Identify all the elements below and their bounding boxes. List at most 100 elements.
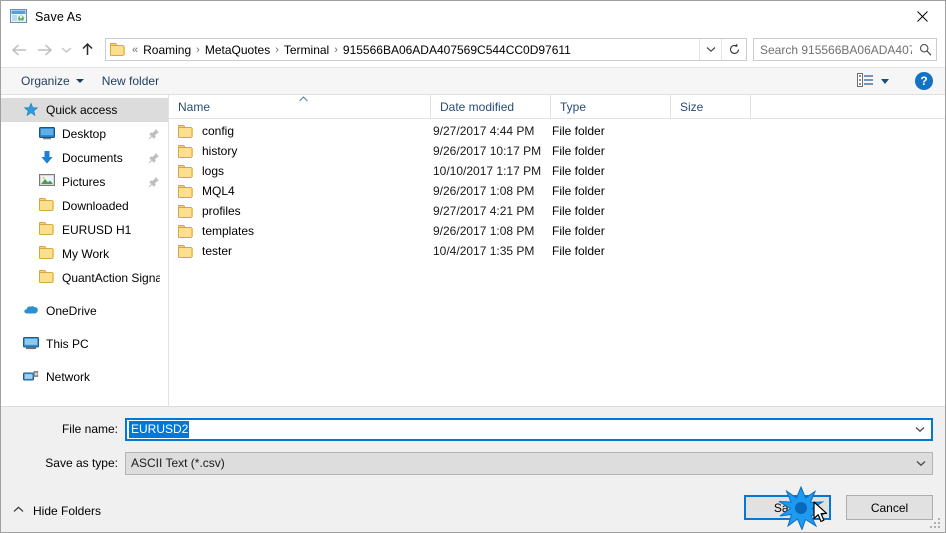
help-label: ? [920,74,928,88]
sidebar-item-label: EURUSD H1 [62,223,132,237]
column-header-size[interactable]: Size [671,95,751,118]
sidebar-item-label: Pictures [62,175,106,189]
table-row[interactable]: config 9/27/2017 4:44 PM File folder [169,121,945,141]
save-button-label: Save [773,500,802,515]
breadcrumb-separator: › [275,43,279,56]
file-name-cell: profiles [169,204,431,218]
column-header-row: Name Date modified Type Size [169,95,945,119]
sidebar-item-my-work[interactable]: My Work [1,242,168,266]
sidebar-item-pictures[interactable]: Pictures [1,170,168,194]
cancel-button[interactable]: Cancel [846,495,933,520]
sidebar-item-quantaction-signal[interactable]: QuantAction Signal [1,266,168,290]
chevron-down-icon[interactable] [910,453,932,474]
close-button[interactable] [899,1,945,31]
chevron-down-icon[interactable] [909,420,931,439]
file-date: 9/27/2017 4:44 PM [433,124,535,138]
sidebar-item-eurusd-h1[interactable]: EURUSD H1 [1,218,168,242]
help-button[interactable]: ? [915,72,933,90]
sidebar-item-label: Downloaded [62,199,129,213]
folder-icon [39,246,55,262]
folder-icon [178,204,194,218]
sidebar-item-label: QuantAction Signal [62,271,160,285]
search-box[interactable] [753,38,937,61]
desktop-icon [39,126,55,142]
back-button[interactable] [7,38,32,62]
file-type: File folder [552,144,605,158]
sidebar-item-quick-access[interactable]: Quick access [1,98,168,122]
new-folder-button[interactable]: New folder [96,70,165,92]
search-icon[interactable] [914,39,936,60]
navigation-sidebar: Quick access Desktop Documents Pictures … [1,95,169,406]
breadcrumb-item-1[interactable]: MetaQuotes [201,43,274,57]
file-name-cell: MQL4 [169,184,431,198]
up-button[interactable] [75,38,100,62]
recent-locations-button[interactable] [57,38,75,62]
navigation-bar: « Roaming › MetaQuotes › Terminal › 9155… [1,32,945,67]
sidebar-item-documents[interactable]: Documents [1,146,168,170]
breadcrumb-item-3[interactable]: 915566BA06ADA407569C544CC0D97611 [339,43,575,57]
save-as-type-value: ASCII Text (*.csv) [131,456,225,470]
table-row[interactable]: tester 10/4/2017 1:35 PM File folder [169,241,945,261]
resize-grip[interactable] [929,517,942,530]
star-icon [23,102,39,118]
column-header-type[interactable]: Type [551,95,671,118]
file-name: history [202,144,238,158]
column-header-date-modified[interactable]: Date modified [431,95,551,118]
sidebar-item-this-pc[interactable]: This PC [1,332,168,356]
sidebar-item-label: Network [46,370,91,384]
file-name-input[interactable]: EURUSD2 [125,417,933,441]
sidebar-item-downloaded[interactable]: Downloaded [1,194,168,218]
address-bar[interactable]: « Roaming › MetaQuotes › Terminal › 9155… [105,38,747,61]
file-name: tester [202,244,233,258]
pin-icon[interactable] [148,152,160,164]
table-row[interactable]: templates 9/26/2017 1:08 PM File folder [169,221,945,241]
folder-icon [178,184,194,198]
search-input[interactable] [754,41,914,58]
folder-icon [39,270,55,286]
table-row[interactable]: logs 10/10/2017 1:17 PM File folder [169,161,945,181]
breadcrumb: « Roaming › MetaQuotes › Terminal › 9155… [131,43,699,57]
save-as-type-select[interactable]: ASCII Text (*.csv) [125,451,933,475]
dialog-footer: File name: EURUSD2 Save as type: ASCII T… [1,406,945,532]
pin-icon[interactable] [148,176,160,188]
file-name: profiles [202,204,241,218]
file-date: 9/27/2017 4:21 PM [433,204,535,218]
refresh-icon[interactable] [721,39,746,60]
new-folder-label: New folder [101,74,160,88]
file-type: File folder [552,224,605,238]
column-header-name[interactable]: Name [169,95,431,118]
file-type: File folder [552,124,605,138]
sidebar-item-label: Desktop [62,127,107,141]
folder-icon [39,198,55,214]
save-button[interactable]: Save [744,495,831,520]
documents-download-icon [39,150,55,166]
table-row[interactable]: profiles 9/27/2017 4:21 PM File folder [169,201,945,221]
organize-button[interactable]: Organize [15,70,90,92]
chevron-down-icon[interactable] [699,39,721,60]
forward-button[interactable] [32,38,57,62]
sidebar-item-onedrive[interactable]: OneDrive [1,299,168,323]
breadcrumb-item-2[interactable]: Terminal [280,43,333,57]
cancel-button-label: Cancel [870,500,909,515]
onedrive-cloud-icon [23,303,39,319]
file-list-pane: Name Date modified Type Size config 9/27… [169,95,945,406]
table-row[interactable]: MQL4 9/26/2017 1:08 PM File folder [169,181,945,201]
view-layout-button[interactable] [853,70,893,92]
chevron-down-icon [75,79,84,83]
table-row[interactable]: history 9/26/2017 10:17 PM File folder [169,141,945,161]
sidebar-item-label: Documents [62,151,123,165]
this-pc-icon [23,336,39,352]
sidebar-item-label: OneDrive [46,304,97,318]
hide-folders-button[interactable]: Hide Folders [13,504,101,518]
folder-icon [39,222,55,238]
sidebar-item-desktop[interactable]: Desktop [1,122,168,146]
breadcrumb-overflow[interactable]: « [131,44,139,56]
breadcrumb-item-0[interactable]: Roaming [139,43,195,57]
save-as-type-row: Save as type: ASCII Text (*.csv) [1,451,945,475]
folder-icon [178,124,194,138]
sidebar-item-label: This PC [46,337,89,351]
sidebar-item-network[interactable]: Network [1,365,168,389]
pin-icon[interactable] [148,128,160,140]
sort-ascending-icon [299,96,308,102]
